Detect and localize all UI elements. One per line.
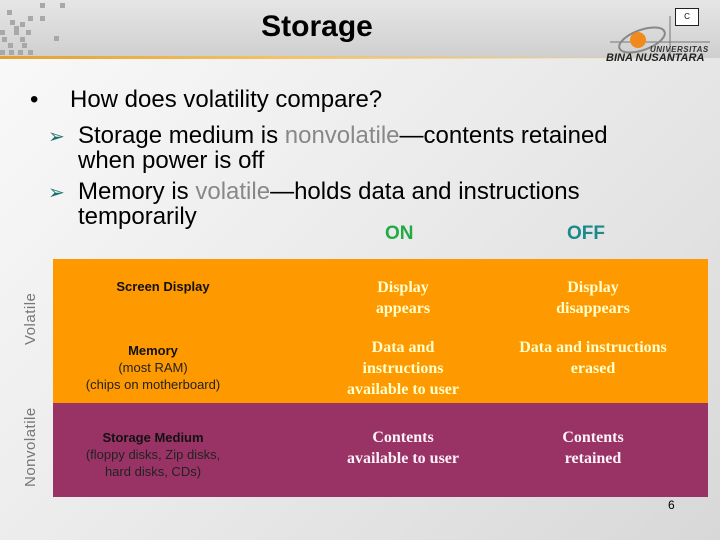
row-sublabel: hard disks, CDs) (104, 464, 202, 479)
row-label-text: Memory (128, 343, 178, 358)
cell-line: retained (564, 450, 622, 467)
main-bullet: • How does volatility compare? (30, 86, 382, 114)
column-header-on: ON (385, 223, 414, 244)
nonvolatile-section: Storage Medium (floppy disks, Zip disks,… (53, 403, 708, 497)
row-label-text: Storage Medium (102, 430, 204, 445)
arrow-bullet-icon: ➢ (48, 126, 65, 148)
sub-bullet-memory: ➢ Memory is volatile—holds data and instr… (48, 180, 580, 229)
row-label-screen-display: Screen Display (53, 279, 273, 294)
bullet-icon: • (30, 86, 39, 113)
row-label-storage-medium: Storage Medium (floppy disks, Zip disks,… (53, 429, 253, 480)
cell-line: available to user (347, 381, 459, 398)
sub-bullet-text: Memory is (78, 178, 196, 205)
row-label-memory: Memory (most RAM) (chips on motherboard) (53, 342, 253, 393)
cell-line: Data and instructions (519, 339, 667, 356)
cell-line: available to user (347, 450, 459, 467)
sub-bullet-text: —holds data and instructions (270, 178, 580, 205)
highlight-nonvolatile: nonvolatile (284, 122, 400, 149)
sub-bullet-text: Storage medium is (78, 122, 285, 149)
cell-screen-off: Display disappears (493, 277, 693, 319)
arrow-bullet-icon: ➢ (48, 182, 65, 204)
row-sublabel: (most RAM) (118, 360, 188, 375)
cell-line: Data and (371, 339, 435, 356)
side-label-nonvolatile: Nonvolatile (22, 407, 39, 487)
sub-bullet-continuation: temporarily (78, 203, 197, 230)
cell-line: erased (570, 360, 616, 377)
cell-line: Display (377, 279, 429, 296)
row-label-text: Screen Display (116, 279, 210, 294)
question-text: How does volatility compare? (70, 86, 383, 113)
column-header-off: OFF (567, 223, 605, 244)
row-sublabel: (chips on motherboard) (85, 377, 221, 392)
sub-bullet-continuation: when power is off (78, 147, 265, 174)
logo-text-bina-nusantara: BINA NUSANTARA (606, 52, 705, 64)
cell-line: Display (567, 279, 619, 296)
cell-line: disappears (556, 300, 630, 317)
side-label-volatile: Volatile (22, 292, 39, 345)
cell-line: Contents (562, 429, 624, 446)
cell-line: Contents (372, 429, 434, 446)
cell-line: instructions (362, 360, 444, 377)
highlight-volatile: volatile (195, 178, 271, 205)
cell-line: appears (375, 300, 431, 317)
certification-badge-icon: C (675, 8, 699, 26)
slide-title: Storage (261, 10, 373, 43)
cell-storage-off: Contents retained (493, 427, 693, 469)
cell-storage-on: Contents available to user (303, 427, 503, 469)
cell-memory-on: Data and instructions available to user (303, 337, 503, 400)
row-sublabel: (floppy disks, Zip disks, (85, 447, 221, 462)
volatile-section: Screen Display Display appears Display d… (53, 259, 708, 403)
sub-bullet-text: —contents retained (399, 122, 608, 149)
volatility-table: Screen Display Display appears Display d… (53, 259, 708, 497)
page-number: 6 (668, 498, 675, 512)
sub-bullet-storage: ➢ Storage medium is nonvolatile—contents … (48, 124, 608, 173)
cell-screen-on: Display appears (303, 277, 503, 319)
cell-memory-off: Data and instructions erased (493, 337, 693, 379)
